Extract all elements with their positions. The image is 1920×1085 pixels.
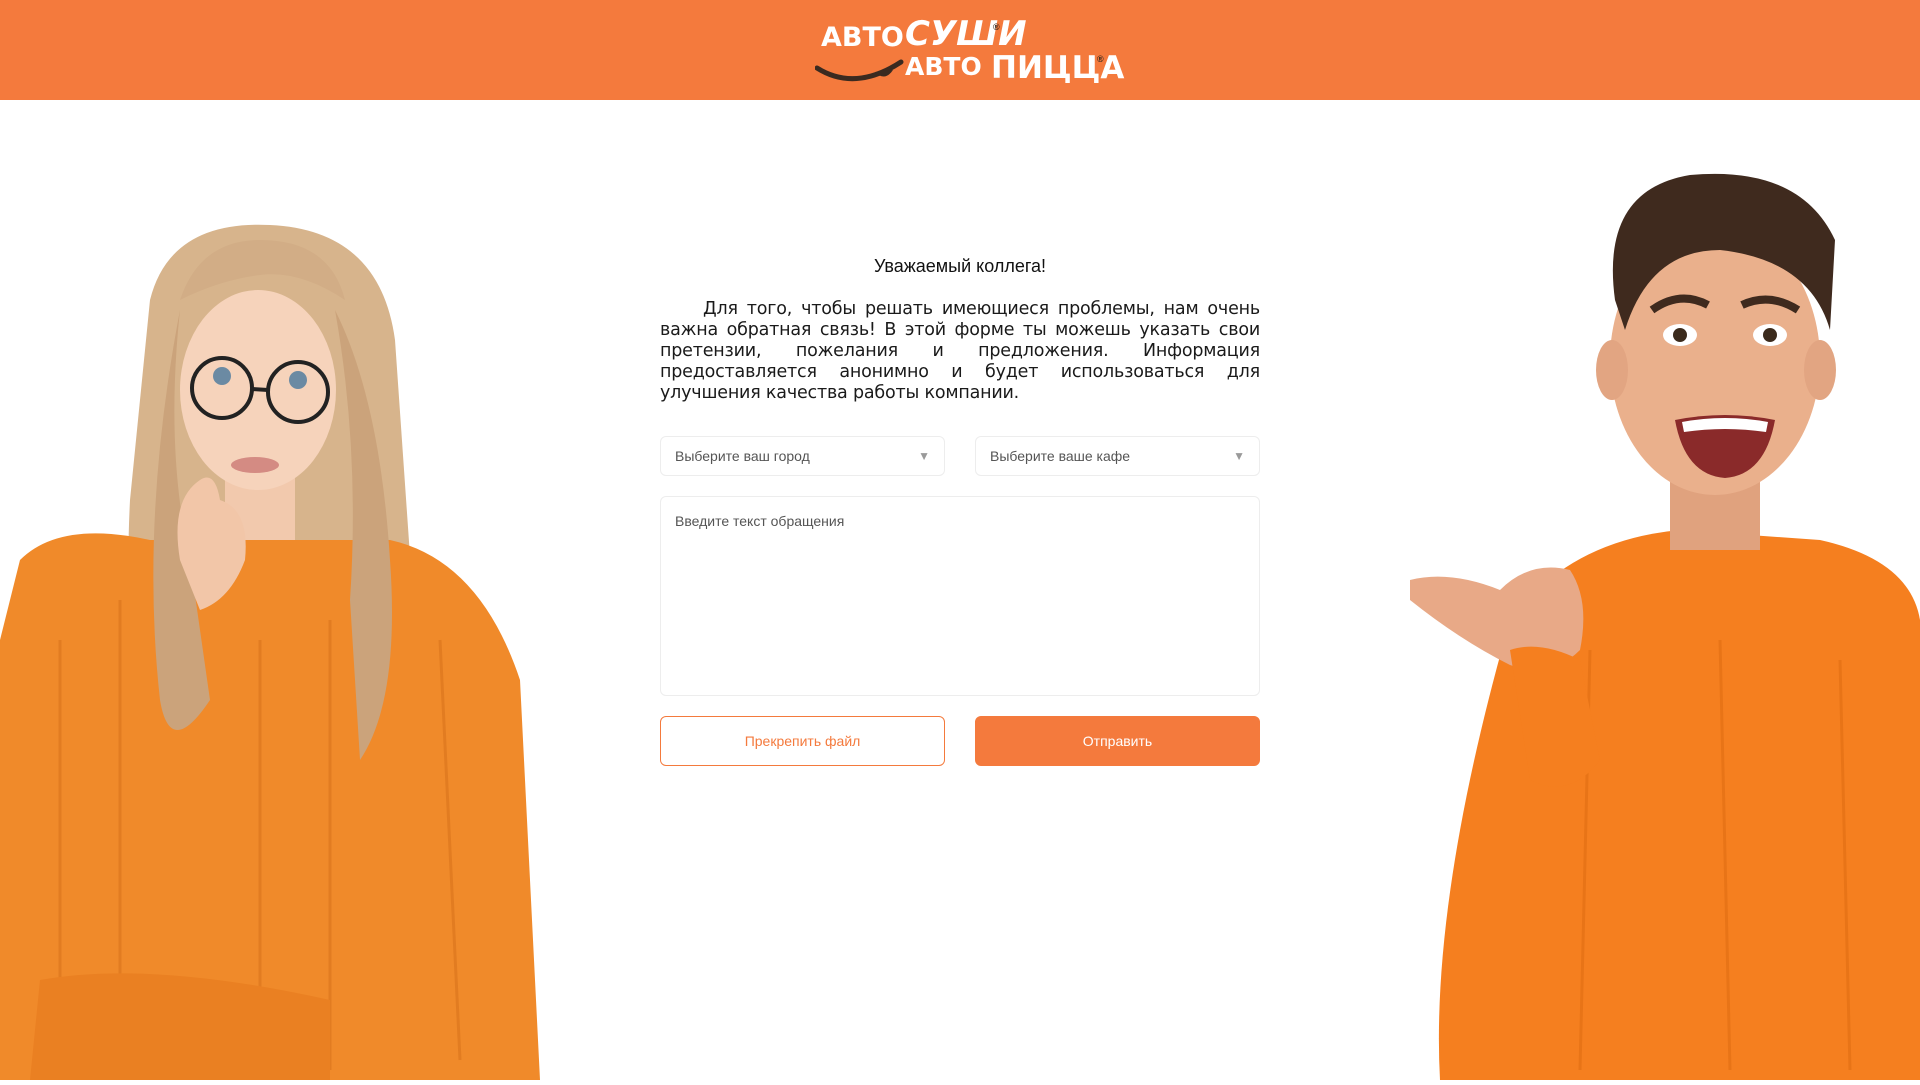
select-row: Выберите ваш город ▼ Выберите ваше кафе … [660,436,1260,476]
button-row: Прекрепить файл Отправить [660,716,1260,766]
chevron-down-icon: ▼ [918,449,930,463]
logo-smile-icon [815,59,904,82]
chevron-down-icon: ▼ [1233,449,1245,463]
message-textarea[interactable]: Введите текст обращения [660,496,1260,696]
form-title: Уважаемый коллега! [873,256,1047,276]
city-select[interactable]: Выберите ваш город ▼ [660,436,945,476]
logo-word-sushi: СУШИ [905,14,1027,54]
logo-registered-mark-2: ® [1097,54,1104,64]
feedback-form: Уважаемый коллега! Для того, чтобы решат… [660,256,1260,766]
form-intro: Для того, чтобы решать имеющиеся проблем… [660,299,1260,403]
cafe-select-value: Выберите ваше кафе [990,448,1131,464]
message-placeholder: Введите текст обращения [675,513,845,529]
submit-button[interactable]: Отправить [975,716,1260,766]
cafe-select[interactable]: Выберите ваше кафе ▼ [975,436,1260,476]
logo-word-avto-2: АВТО [905,52,982,81]
brand-logo[interactable]: АВТО СУШИ ® АВТО ПИЦЦА ® [815,12,1124,88]
woman-thinking-image [0,0,540,1080]
logo-word-pizza: ПИЦЦА [991,50,1125,86]
city-select-value: Выберите ваш город [675,448,810,464]
man-pointing-image [1390,0,1920,1080]
logo-registered-mark-1: ® [993,22,1000,32]
attach-file-button[interactable]: Прекрепить файл [660,716,945,766]
